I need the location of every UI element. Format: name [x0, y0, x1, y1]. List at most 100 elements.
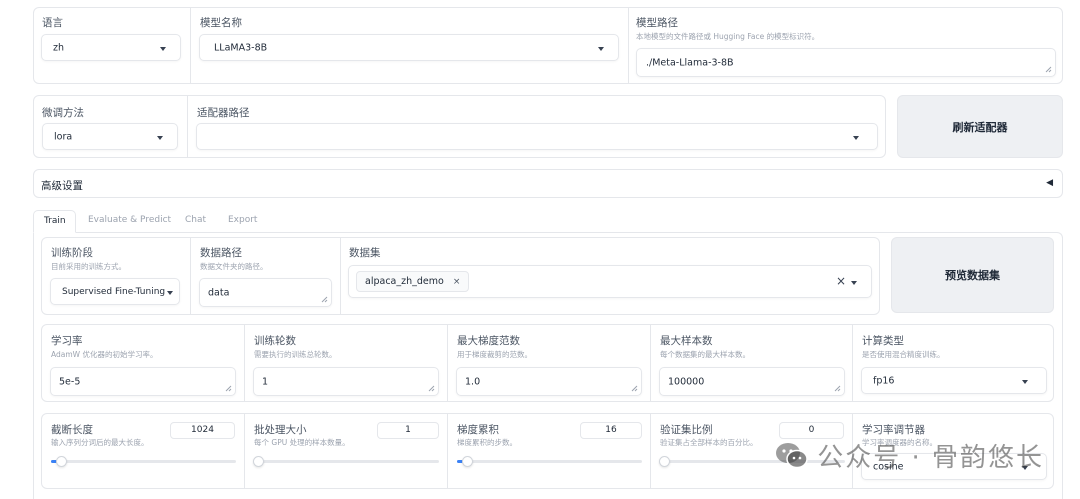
max-grad-norm-label: 最大梯度范数 — [457, 335, 520, 347]
lr-scheduler-label: 学习率调节器 — [862, 424, 925, 436]
resize-grip-icon[interactable] — [428, 385, 435, 392]
resize-grip-icon[interactable] — [321, 296, 328, 303]
finetune-select[interactable]: lora — [42, 123, 178, 150]
collapse-arrow-icon: ◀ — [1046, 178, 1053, 188]
language-label: 语言 — [42, 17, 63, 29]
tab-chat[interactable]: Chat — [185, 215, 206, 225]
resize-grip-icon[interactable] — [631, 385, 638, 392]
advanced-settings-label: 高级设置 — [41, 180, 83, 192]
batch-size-slider[interactable] — [253, 456, 439, 467]
batch-size-number[interactable]: 1 — [377, 422, 439, 439]
dataset-row: 训练阶段 目前采用的训练方式。 Supervised Fine-Tuning 数… — [41, 237, 880, 315]
model-path-input[interactable]: ./Meta-Llama-3-8B — [636, 48, 1056, 77]
resize-grip-icon[interactable] — [1045, 66, 1052, 73]
dataset-dir-cell: 数据路径 数据文件夹的路径。 data — [190, 238, 340, 314]
batch-size-label: 批处理大小 — [254, 424, 307, 436]
model-name-value: LLaMA3-8B — [214, 42, 268, 53]
advanced-settings-accordion[interactable]: 高级设置 ◀ — [33, 169, 1063, 198]
wechat-icon — [776, 442, 808, 468]
cutoff-len-slider[interactable] — [51, 456, 236, 467]
learning-rate-cell: 学习率 AdamW 优化器的初始学习率。 5e-5 — [42, 325, 244, 401]
slider-knob[interactable] — [461, 456, 473, 467]
epochs-cell: 训练轮数 需要执行的训练总轮数。 1 — [244, 325, 447, 401]
max-samples-cell: 最大样本数 每个数据集的最大样本数。 100000 — [650, 325, 852, 401]
resize-grip-icon[interactable] — [225, 385, 232, 392]
tab-train[interactable]: Train — [33, 210, 76, 233]
dataset-multiselect[interactable]: alpaca_zh_demo × × — [348, 265, 872, 298]
max-samples-input[interactable]: 100000 — [659, 367, 845, 396]
slider-knob[interactable] — [253, 456, 264, 467]
tab-export[interactable]: Export — [228, 215, 257, 225]
language-select[interactable]: zh — [41, 34, 181, 61]
dataset-dir-input[interactable]: data — [199, 278, 332, 307]
slider-knob[interactable] — [659, 456, 670, 467]
cutoff-len-number[interactable]: 1024 — [170, 422, 235, 439]
language-cell: 语言 zh — [34, 8, 190, 83]
chip-remove-icon[interactable]: × — [453, 277, 461, 287]
stage-select[interactable]: Supervised Fine-Tuning — [50, 278, 180, 305]
chevron-down-icon — [1022, 379, 1028, 384]
val-size-label: 验证集比例 — [660, 424, 713, 436]
model-name-label: 模型名称 — [200, 17, 242, 29]
learning-rate-info: AdamW 优化器的初始学习率。 — [51, 350, 158, 359]
finetune-cell: 微调方法 lora — [34, 96, 187, 157]
model-path-cell: 模型路径 本地模型的文件路径或 Hugging Face 的模型标识符。 ./M… — [628, 8, 1064, 83]
compute-type-label: 计算类型 — [862, 335, 904, 347]
val-size-info: 验证集占全部样本的百分比。 — [660, 438, 758, 447]
grad-accum-slider[interactable] — [457, 456, 642, 467]
batch-size-info: 每个 GPU 处理的样本数量。 — [254, 438, 350, 447]
dataset-chip-label: alpaca_zh_demo — [365, 276, 444, 287]
stage-value: Supervised Fine-Tuning — [62, 286, 166, 297]
tab-evaluate-predict[interactable]: Evaluate & Predict — [88, 215, 171, 225]
dataset-chip: alpaca_zh_demo × — [356, 271, 470, 292]
grad-accum-cell: 梯度累积 梯度累积的步数。 16 — [447, 414, 650, 488]
compute-type-cell: 计算类型 是否使用混合精度训练。 fp16 — [852, 325, 1055, 401]
adapter-cell: 适配器路径 — [187, 96, 887, 157]
compute-type-select[interactable]: fp16 — [861, 367, 1047, 394]
learning-rate-label: 学习率 — [51, 335, 83, 347]
adapter-select[interactable] — [196, 123, 878, 150]
max-samples-value: 100000 — [668, 376, 705, 387]
cutoff-len-cell: 截断长度 输入序列分词后的最大长度。 1024 — [42, 414, 244, 488]
model-name-select[interactable]: LLaMA3-8B — [199, 34, 619, 61]
max-grad-norm-value: 1.0 — [465, 376, 481, 387]
max-grad-norm-input[interactable]: 1.0 — [456, 367, 642, 396]
hyperparams-row: 学习率 AdamW 优化器的初始学习率。 5e-5 训练轮数 需要执行的训练总轮… — [41, 324, 1054, 402]
model-path-label: 模型路径 — [636, 17, 678, 29]
clear-icon[interactable]: × — [836, 274, 846, 288]
cutoff-len-info: 输入序列分词后的最大长度。 — [51, 438, 149, 447]
watermark: 公众号 · 骨韵悠长 — [775, 437, 1044, 474]
max-grad-norm-cell: 最大梯度范数 用于梯度裁剪的范数。 1.0 — [447, 325, 650, 401]
max-samples-info: 每个数据集的最大样本数。 — [660, 350, 750, 359]
adapter-row: 微调方法 lora 适配器路径 — [33, 95, 886, 158]
max-samples-label: 最大样本数 — [660, 335, 713, 347]
model-path-value: ./Meta-Llama-3-8B — [646, 57, 734, 68]
model-settings-row: 语言 zh 模型名称 LLaMA3-8B 模型路径 本地模型的文件路径或 Hug… — [33, 7, 1063, 84]
slider-knob[interactable] — [55, 456, 67, 467]
chevron-down-icon — [851, 280, 857, 285]
epochs-info: 需要执行的训练总轮数。 — [254, 350, 337, 359]
stage-info: 目前采用的训练方式。 — [51, 262, 126, 271]
epochs-label: 训练轮数 — [254, 335, 296, 347]
finetune-label: 微调方法 — [42, 107, 84, 119]
model-path-info: 本地模型的文件路径或 Hugging Face 的模型标识符。 — [636, 32, 820, 41]
stage-label: 训练阶段 — [51, 247, 93, 259]
max-grad-norm-info: 用于梯度裁剪的范数。 — [457, 350, 532, 359]
learning-rate-input[interactable]: 5e-5 — [50, 367, 236, 396]
chevron-down-icon — [160, 46, 166, 51]
batch-size-cell: 批处理大小 每个 GPU 处理的样本数量。 1 — [244, 414, 447, 488]
chevron-down-icon — [853, 135, 859, 140]
preview-dataset-button[interactable]: 预览数据集 — [891, 237, 1054, 313]
model-name-cell: 模型名称 LLaMA3-8B — [190, 8, 628, 83]
chevron-down-icon — [157, 135, 163, 140]
refresh-adapter-button[interactable]: 刷新适配器 — [897, 95, 1063, 158]
resize-grip-icon[interactable] — [834, 385, 841, 392]
language-value: zh — [53, 42, 65, 53]
grad-accum-label: 梯度累积 — [457, 424, 499, 436]
dataset-dir-info: 数据文件夹的路径。 — [200, 262, 268, 271]
epochs-input[interactable]: 1 — [253, 367, 439, 396]
grad-accum-number[interactable]: 16 — [580, 422, 642, 439]
finetune-value: lora — [54, 131, 73, 142]
chevron-down-icon — [167, 290, 173, 295]
dataset-cell: 数据集 alpaca_zh_demo × × — [340, 238, 881, 314]
